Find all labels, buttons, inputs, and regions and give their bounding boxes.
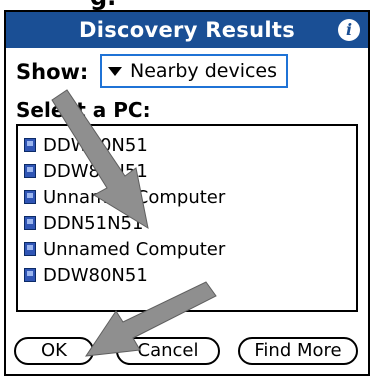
pc-name: DDW80N51	[43, 134, 148, 156]
computer-icon	[24, 242, 36, 256]
pc-name: DDW80N51	[43, 160, 148, 182]
pc-name: Unnamed Computer	[43, 186, 226, 208]
show-dropdown[interactable]: Nearby devices	[100, 54, 288, 88]
list-item[interactable]: Unnamed Computer	[24, 236, 356, 262]
computer-icon	[24, 268, 36, 282]
page-clipped-text: g.	[90, 0, 250, 9]
pc-list-items: DDW80N51 DDW80N51 Unnamed Computer DDN51…	[18, 126, 356, 288]
ok-button[interactable]: OK	[14, 337, 94, 365]
list-item[interactable]: DDW80N51	[24, 158, 356, 184]
cancel-button[interactable]: Cancel	[116, 337, 220, 365]
pc-name: Unnamed Computer	[43, 238, 226, 260]
list-item[interactable]: Unnamed Computer	[24, 184, 356, 210]
computer-icon	[24, 216, 36, 230]
titlebar: Discovery Results i	[6, 12, 368, 48]
info-icon[interactable]: i	[338, 19, 360, 41]
computer-icon	[24, 164, 36, 178]
list-item[interactable]: DDN51N51	[24, 210, 356, 236]
find-more-button[interactable]: Find More	[238, 337, 358, 365]
list-item[interactable]: DDW80N51	[24, 262, 356, 288]
show-label: Show:	[16, 60, 89, 84]
computer-icon	[24, 138, 36, 152]
pc-name: DDN51N51	[43, 212, 144, 234]
computer-icon	[24, 190, 36, 204]
dialog-title: Discovery Results	[79, 18, 295, 42]
pc-name: DDW80N51	[43, 264, 148, 286]
dropdown-triangle-icon	[108, 66, 122, 76]
show-dropdown-value: Nearby devices	[130, 60, 278, 82]
discovery-dialog: Discovery Results i Show: Nearby devices…	[4, 10, 370, 376]
select-pc-label: Select a PC:	[16, 98, 151, 122]
list-item[interactable]: DDW80N51	[24, 132, 356, 158]
pc-list[interactable]: DDW80N51 DDW80N51 Unnamed Computer DDN51…	[16, 124, 358, 312]
